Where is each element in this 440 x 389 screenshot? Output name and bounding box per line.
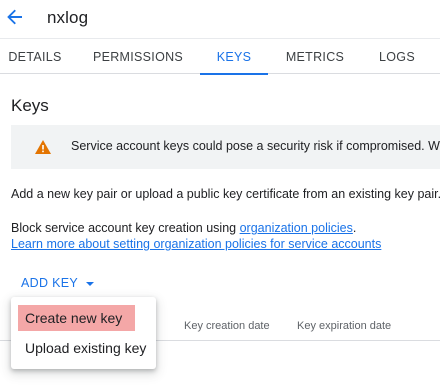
dropdown-arrow-icon	[85, 281, 94, 286]
tab-details[interactable]: DETAILS	[0, 39, 70, 74]
learn-more-line: Learn more about setting organization po…	[11, 237, 381, 251]
warning-text: Service account keys could pose a securi…	[71, 139, 440, 153]
policy-text: Block service account key creation using…	[11, 221, 356, 235]
organization-policies-link[interactable]: organization policies	[240, 221, 353, 235]
policy-prefix: Block service account key creation using	[11, 221, 240, 235]
tab-keys[interactable]: KEYS	[200, 39, 268, 75]
column-key-creation-date: Key creation date	[184, 320, 270, 332]
add-key-menu: Create new key Upload existing key	[11, 297, 156, 369]
tab-bar: DETAILS PERMISSIONS KEYS METRICS LOGS	[0, 38, 440, 75]
service-account-keys-page: nxlog DETAILS PERMISSIONS KEYS METRICS L…	[0, 0, 440, 389]
menu-item-create-new-key[interactable]: Create new key	[18, 305, 135, 331]
add-key-button[interactable]: ADD KEY	[11, 268, 100, 298]
menu-item-upload-existing-key[interactable]: Upload existing key	[18, 335, 152, 361]
arrow-back-icon	[7, 9, 22, 25]
learn-more-link[interactable]: Learn more about setting organization po…	[11, 237, 381, 251]
tab-permissions[interactable]: PERMISSIONS	[88, 39, 188, 74]
section-title: Keys	[11, 96, 49, 115]
add-key-label: ADD KEY	[21, 276, 78, 290]
intro-text: Add a new key pair or upload a public ke…	[11, 187, 440, 201]
warning-icon	[35, 140, 51, 154]
header: nxlog	[0, 0, 440, 38]
column-key-expiration-date: Key expiration date	[297, 320, 392, 332]
tab-logs[interactable]: LOGS	[370, 39, 424, 74]
policy-suffix: .	[352, 221, 357, 235]
warning-banner: Service account keys could pose a securi…	[11, 125, 440, 169]
tab-metrics[interactable]: METRICS	[282, 39, 348, 74]
page-title: nxlog	[47, 8, 89, 27]
back-button[interactable]	[3, 5, 27, 29]
